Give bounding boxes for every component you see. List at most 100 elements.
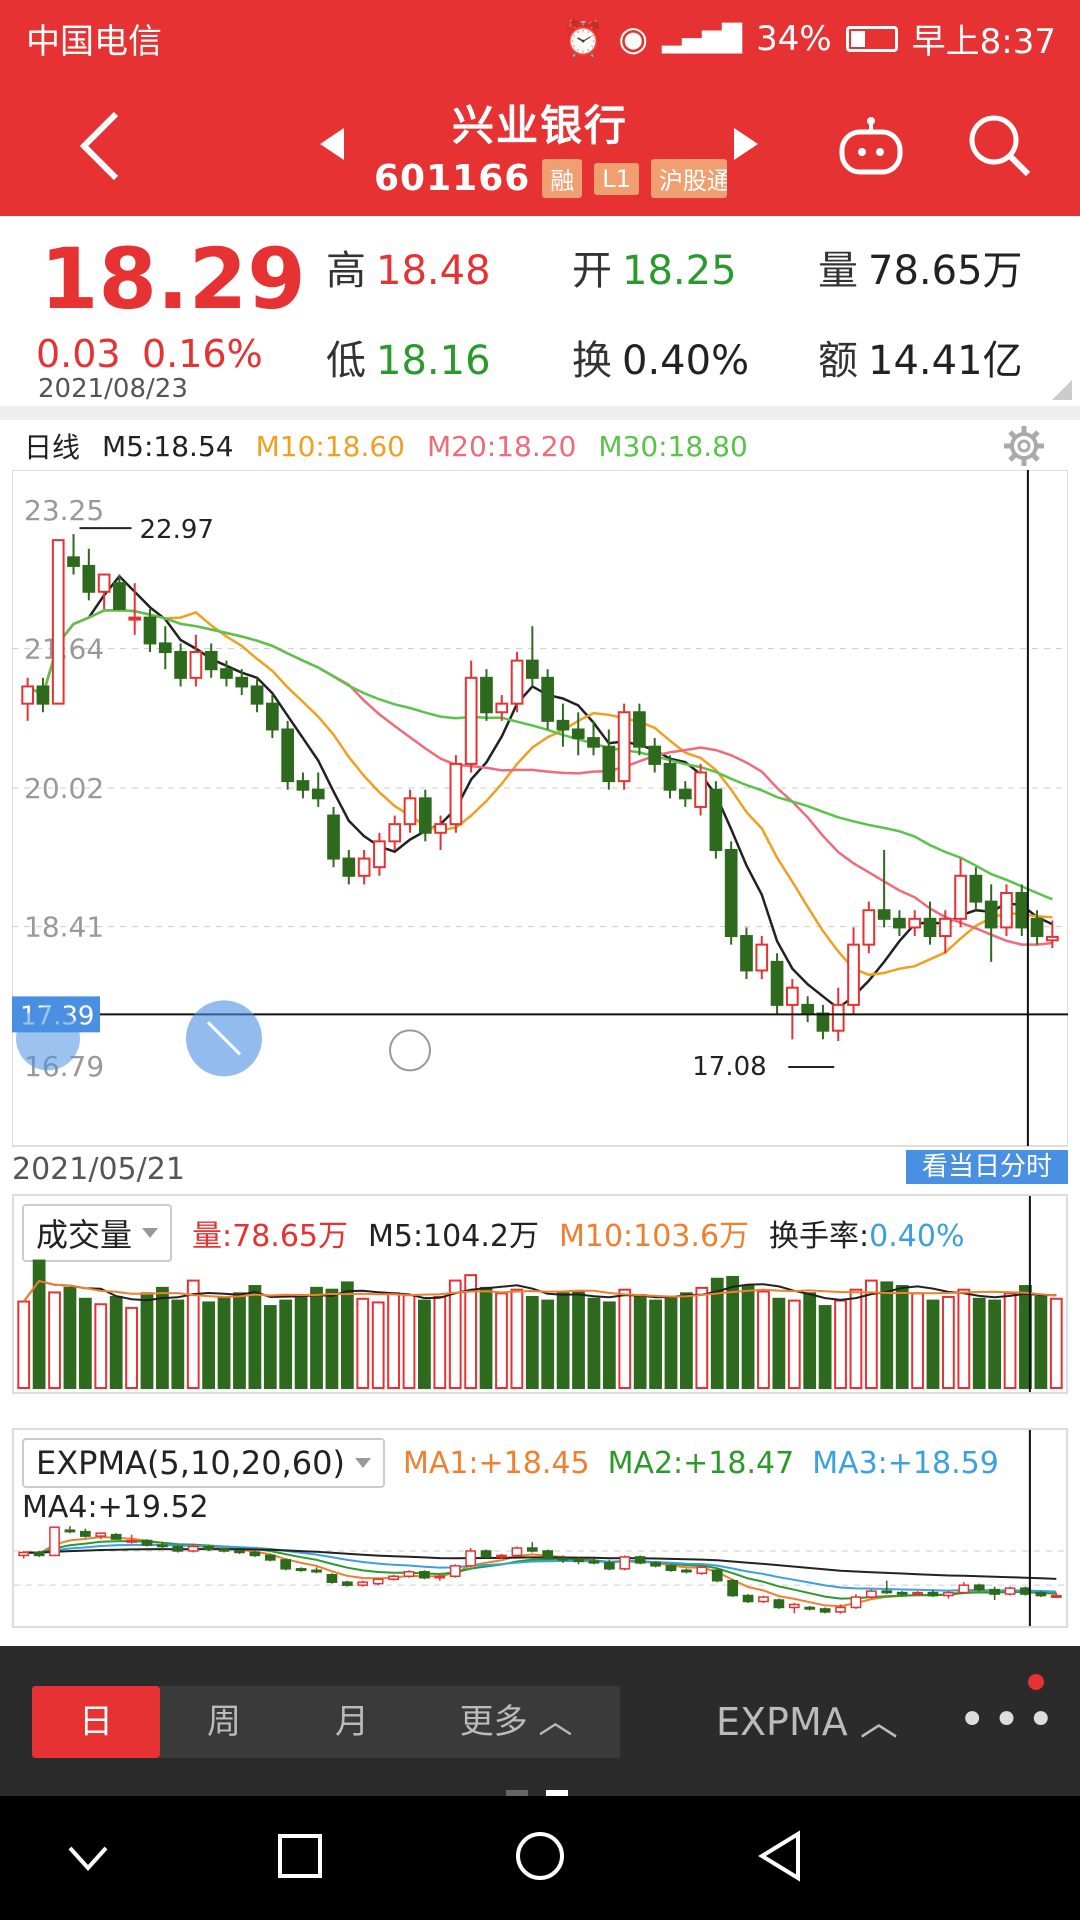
expma-ma2: MA2:+18.47 [607, 1445, 795, 1481]
tab-day[interactable]: 日 [32, 1686, 160, 1758]
indicator-button[interactable]: EXPMA ︿ [716, 1686, 898, 1758]
candle [984, 884, 998, 962]
volume-bar [972, 1297, 986, 1389]
volume-bar [726, 1275, 740, 1389]
volume-bar [587, 1297, 601, 1389]
candle [954, 858, 967, 928]
quote-panel: 18.29 0.03 0.16% 2021/08/23 高 18.48 开 18.2… [0, 216, 1080, 406]
tag-margin: 融 [542, 159, 583, 198]
more-icon[interactable]: ••• [958, 1696, 1061, 1744]
volume-bar [864, 1279, 878, 1389]
mini-candle [326, 1573, 338, 1584]
chevron-down-icon [354, 1458, 371, 1468]
system-nav-bar [0, 1796, 1080, 1920]
kline-chart[interactable]: 日线 M5:18.54 M10:18.60 M20:18.20 M30:18.8… [0, 420, 1080, 1180]
candle [327, 806, 340, 868]
volume-bar [156, 1286, 169, 1389]
candle [21, 677, 34, 721]
volume-bar [202, 1301, 216, 1389]
volume-bar [787, 1299, 801, 1389]
mini-candle [943, 1591, 954, 1599]
volume-bar [525, 1295, 539, 1389]
volume-bar [402, 1294, 416, 1389]
candle [357, 849, 371, 885]
quote-high: 高 18.48 [326, 238, 491, 296]
candle [526, 626, 539, 687]
open-label: 开 [572, 248, 612, 294]
candle [877, 849, 891, 928]
indicator-selector[interactable]: EXPMA(5,10,20,60) [22, 1438, 385, 1488]
volume-plot [17, 1196, 1063, 1392]
collapse-icon[interactable] [16, 1006, 80, 1071]
candle [480, 669, 493, 721]
bottom-toolbar: 日 周 月 更多 ︿ EXPMA ︿ ••• [0, 1646, 1080, 1798]
search-icon[interactable] [966, 112, 1032, 178]
back-nav-icon[interactable] [756, 1830, 804, 1882]
mini-candle [634, 1555, 646, 1565]
candle [1015, 884, 1029, 937]
mini-candle [295, 1567, 307, 1572]
intraday-button[interactable]: 看当日分时 [906, 1150, 1068, 1184]
hide-keyboard-icon[interactable] [66, 1840, 110, 1876]
expma-panel[interactable]: EXPMA(5,10,20,60) MA1:+18.45 MA2:+18.47 … [12, 1428, 1068, 1628]
indicator-button-label: EXPMA [716, 1700, 848, 1744]
mini-candle [788, 1602, 800, 1614]
ma5-line [26, 574, 1053, 1010]
volume-bar [818, 1305, 832, 1389]
title-bar: 兴业银行 601166 融 L1 沪股通 [0, 74, 1080, 216]
volume-bar [263, 1305, 277, 1389]
volume-bar [356, 1297, 370, 1389]
volume-bar [32, 1259, 46, 1389]
mini-candle [773, 1598, 785, 1609]
next-stock-icon[interactable] [734, 128, 758, 160]
mini-candle [434, 1574, 446, 1581]
candle [801, 996, 815, 1023]
volume-bar [294, 1294, 308, 1389]
candle [740, 927, 753, 980]
mini-candle [696, 1565, 708, 1575]
tab-more[interactable]: 更多 ︿ [416, 1686, 616, 1758]
q-icon[interactable] [389, 1029, 431, 1072]
candle [938, 910, 952, 954]
mini-candle [881, 1580, 893, 1595]
volume-bar [649, 1299, 662, 1389]
volume-bar [911, 1292, 924, 1389]
mini-candle [388, 1574, 399, 1581]
volume-bar [418, 1299, 431, 1389]
gear-icon[interactable] [1002, 424, 1046, 468]
candle [786, 979, 799, 1040]
volume-bar [772, 1297, 786, 1389]
tab-week[interactable]: 周 [160, 1686, 288, 1758]
candle [969, 867, 983, 911]
volume-bar [371, 1301, 385, 1389]
mini-candle [110, 1533, 122, 1540]
mini-candle [341, 1580, 353, 1587]
volume-label: 量 [818, 248, 858, 294]
volume-bar [248, 1285, 262, 1389]
quote-amount: 额 14.41亿 [818, 328, 1023, 386]
mini-candle [79, 1528, 91, 1538]
mini-candle [650, 1561, 661, 1568]
volume-bar [17, 1300, 31, 1389]
home-icon[interactable] [514, 1830, 566, 1882]
mini-candle [850, 1594, 862, 1609]
volume-panel[interactable]: 成交量 量:78.65万 M5:104.2万 M10:103.6万 换手率:0.… [12, 1194, 1068, 1394]
low-label: 低 [326, 338, 366, 384]
tab-more-label: 更多 [459, 1702, 528, 1742]
tab-month[interactable]: 月 [288, 1686, 416, 1758]
volume-bar [109, 1295, 123, 1389]
mini-candle [542, 1549, 554, 1560]
mini-candle [681, 1568, 692, 1574]
high-value: 18.48 [376, 248, 491, 294]
volume-bar [78, 1297, 92, 1389]
candle [189, 634, 203, 687]
candlestick-plot[interactable]: 23.2521.6420.0218.4116.7922.9717.0817.39 [12, 470, 1068, 1150]
mini-candle [357, 1580, 369, 1587]
chevron-up-icon: ︿ [859, 1700, 898, 1744]
mini-candle [511, 1546, 523, 1557]
expand-corner-icon[interactable] [1052, 380, 1072, 400]
robot-assistant-icon[interactable] [836, 116, 906, 176]
mini-candle [973, 1583, 985, 1592]
recents-icon[interactable] [276, 1832, 324, 1880]
mini-candle [141, 1539, 153, 1547]
